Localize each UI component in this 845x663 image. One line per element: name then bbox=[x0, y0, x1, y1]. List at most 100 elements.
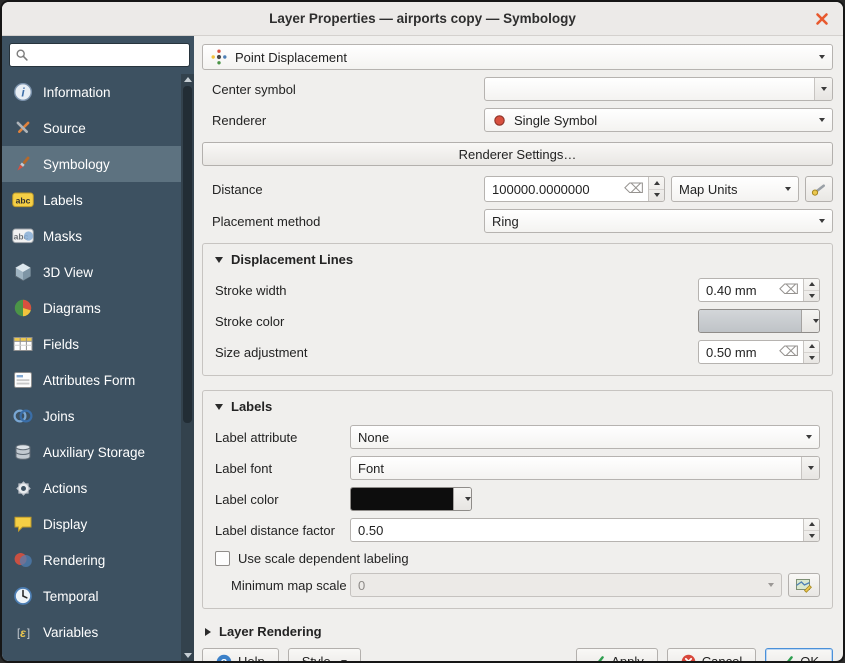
label-distance-factor-spinbox[interactable]: 0.50 bbox=[350, 518, 820, 542]
sidebar-item-labels[interactable]: abc Labels bbox=[2, 182, 181, 218]
labels-title: Labels bbox=[231, 399, 272, 414]
titlebar[interactable]: Layer Properties — airports copy — Symbo… bbox=[2, 2, 843, 36]
label-color-dropdown[interactable] bbox=[453, 488, 471, 510]
sidebar-item-diagrams[interactable]: Diagrams bbox=[2, 290, 181, 326]
sidebar-item-source[interactable]: Source bbox=[2, 110, 181, 146]
cancel-button[interactable]: Cancel bbox=[667, 648, 756, 663]
sidebar-item-label: Actions bbox=[43, 481, 87, 496]
ok-label: OK bbox=[800, 654, 819, 663]
label-color-swatch[interactable] bbox=[351, 488, 453, 510]
sidebar-nav: i Information Source Sy bbox=[2, 74, 181, 661]
clear-field-icon[interactable]: ⌫ bbox=[620, 181, 648, 197]
stroke-color-button[interactable] bbox=[698, 309, 820, 333]
minimum-map-scale-label: Minimum map scale bbox=[231, 578, 350, 593]
label-font-label: Label font bbox=[215, 461, 350, 476]
sidebar-search[interactable] bbox=[9, 43, 190, 67]
spin-buttons[interactable] bbox=[803, 519, 819, 541]
masks-icon: abc bbox=[12, 225, 34, 247]
sidebar-item-attributes-form[interactable]: Attributes Form bbox=[2, 362, 181, 398]
sidebar-item-symbology[interactable]: Symbology bbox=[2, 146, 181, 182]
scroll-down-icon[interactable] bbox=[184, 653, 192, 658]
partial-item-icon bbox=[12, 653, 34, 661]
stroke-width-spinbox[interactable]: 0.40 mm ⌫ bbox=[698, 278, 820, 302]
sidebar-item-masks[interactable]: abc Masks bbox=[2, 218, 181, 254]
sidebar-item-actions[interactable]: Actions bbox=[2, 470, 181, 506]
apply-button[interactable]: Apply bbox=[576, 648, 658, 663]
clock-icon bbox=[12, 585, 34, 607]
symbology-panel: Point Displacement Center symbol Rendere… bbox=[194, 36, 843, 661]
style-menu-button[interactable]: Style bbox=[288, 648, 361, 663]
label-distance-factor-value: 0.50 bbox=[351, 523, 390, 538]
ok-button[interactable]: OK bbox=[765, 648, 833, 663]
spin-buttons[interactable] bbox=[803, 279, 819, 301]
scrollbar-thumb[interactable] bbox=[183, 86, 192, 423]
sidebar-item-information[interactable]: i Information bbox=[2, 74, 181, 110]
spin-down-icon bbox=[804, 531, 819, 542]
renderer-type-select[interactable]: Point Displacement bbox=[202, 44, 833, 70]
sidebar-item-3d-view[interactable]: 3D View bbox=[2, 254, 181, 290]
sidebar-item-variables[interactable]: [ε] Variables bbox=[2, 614, 181, 650]
clear-field-icon[interactable]: ⌫ bbox=[775, 344, 803, 360]
center-symbol-dropdown[interactable] bbox=[814, 78, 832, 100]
set-scale-from-canvas-button[interactable] bbox=[788, 573, 820, 597]
sidebar-item-label: Masks bbox=[43, 229, 82, 244]
cancel-cross-icon bbox=[681, 654, 696, 663]
minimum-map-scale-field[interactable]: 0 bbox=[350, 573, 782, 597]
labels-group: Labels Label attribute None Label font bbox=[202, 390, 833, 609]
help-button[interactable]: ? Help bbox=[202, 648, 279, 663]
close-button[interactable] bbox=[812, 9, 832, 29]
sidebar-item-joins[interactable]: Joins bbox=[2, 398, 181, 434]
distance-spinbox[interactable]: 100000.0000000 ⌫ bbox=[484, 176, 665, 202]
collapse-triangle-icon bbox=[215, 404, 223, 410]
sidebar-item-partial[interactable] bbox=[2, 650, 181, 661]
label-font-dropdown[interactable] bbox=[801, 457, 819, 479]
chevron-down-icon bbox=[813, 319, 819, 323]
sidebar-item-label: Variables bbox=[43, 625, 98, 640]
placement-method-select[interactable]: Ring bbox=[484, 209, 833, 233]
distance-units-select[interactable]: Map Units bbox=[671, 176, 799, 202]
label-font-select[interactable]: Font bbox=[350, 456, 820, 480]
spin-up-icon bbox=[804, 341, 819, 353]
style-label: Style bbox=[302, 654, 331, 663]
sidebar-item-label: Fields bbox=[43, 337, 79, 352]
renderer-type-value: Point Displacement bbox=[235, 50, 347, 65]
center-symbol-select[interactable] bbox=[484, 77, 833, 101]
spin-buttons[interactable] bbox=[803, 341, 819, 363]
cancel-label: Cancel bbox=[702, 654, 742, 663]
stroke-color-swatch[interactable] bbox=[699, 310, 801, 332]
sidebar-item-label: Diagrams bbox=[43, 301, 101, 316]
sidebar-item-rendering[interactable]: Rendering bbox=[2, 542, 181, 578]
form-icon bbox=[12, 369, 34, 391]
data-defined-override-button[interactable] bbox=[805, 176, 833, 202]
scroll-up-icon[interactable] bbox=[184, 77, 192, 82]
window-title: Layer Properties — airports copy — Symbo… bbox=[269, 11, 576, 26]
spin-buttons[interactable] bbox=[648, 177, 664, 201]
sidebar-item-label: Attributes Form bbox=[43, 373, 135, 388]
displacement-lines-header[interactable]: Displacement Lines bbox=[215, 252, 820, 267]
chevron-down-icon bbox=[819, 219, 825, 223]
stroke-color-dropdown[interactable] bbox=[801, 310, 819, 332]
svg-text:abc: abc bbox=[16, 195, 31, 205]
scale-dependent-checkbox[interactable] bbox=[215, 551, 230, 566]
renderer-select[interactable]: Single Symbol bbox=[484, 108, 833, 132]
label-distance-factor-label: Label distance factor bbox=[215, 523, 350, 538]
map-scale-picker-icon bbox=[795, 577, 813, 593]
layer-rendering-header[interactable]: Layer Rendering bbox=[202, 624, 833, 639]
stroke-width-label: Stroke width bbox=[215, 283, 287, 298]
size-adjustment-label: Size adjustment bbox=[215, 345, 308, 360]
label-color-button[interactable] bbox=[350, 487, 472, 511]
sidebar-item-auxiliary-storage[interactable]: Auxiliary Storage bbox=[2, 434, 181, 470]
sidebar-item-fields[interactable]: Fields bbox=[2, 326, 181, 362]
renderer-settings-button[interactable]: Renderer Settings… bbox=[202, 142, 833, 166]
labels-header[interactable]: Labels bbox=[215, 399, 820, 414]
clear-field-icon[interactable]: ⌫ bbox=[775, 282, 803, 298]
sidebar-item-display[interactable]: Display bbox=[2, 506, 181, 542]
sidebar-item-temporal[interactable]: Temporal bbox=[2, 578, 181, 614]
override-lever-icon bbox=[810, 180, 828, 198]
spin-down-icon bbox=[804, 353, 819, 364]
search-input[interactable] bbox=[33, 48, 184, 63]
size-adjustment-spinbox[interactable]: 0.50 mm ⌫ bbox=[698, 340, 820, 364]
chevron-down-icon bbox=[806, 435, 812, 439]
sidebar-scrollbar[interactable] bbox=[181, 74, 194, 661]
label-attribute-select[interactable]: None bbox=[350, 425, 820, 449]
